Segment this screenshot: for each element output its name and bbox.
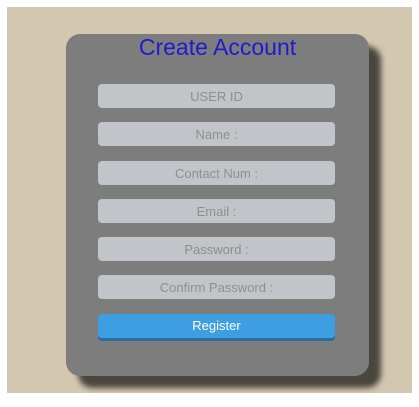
- email-input[interactable]: [98, 199, 335, 223]
- password-input[interactable]: [98, 237, 335, 261]
- user-id-input[interactable]: [98, 84, 335, 108]
- form-title: Create Account: [138, 34, 297, 60]
- create-account-form: Create Account Register: [66, 34, 369, 376]
- contact-number-input[interactable]: [98, 161, 335, 185]
- name-input[interactable]: [98, 122, 335, 146]
- register-button[interactable]: Register: [98, 314, 335, 338]
- confirm-password-input[interactable]: [98, 275, 335, 299]
